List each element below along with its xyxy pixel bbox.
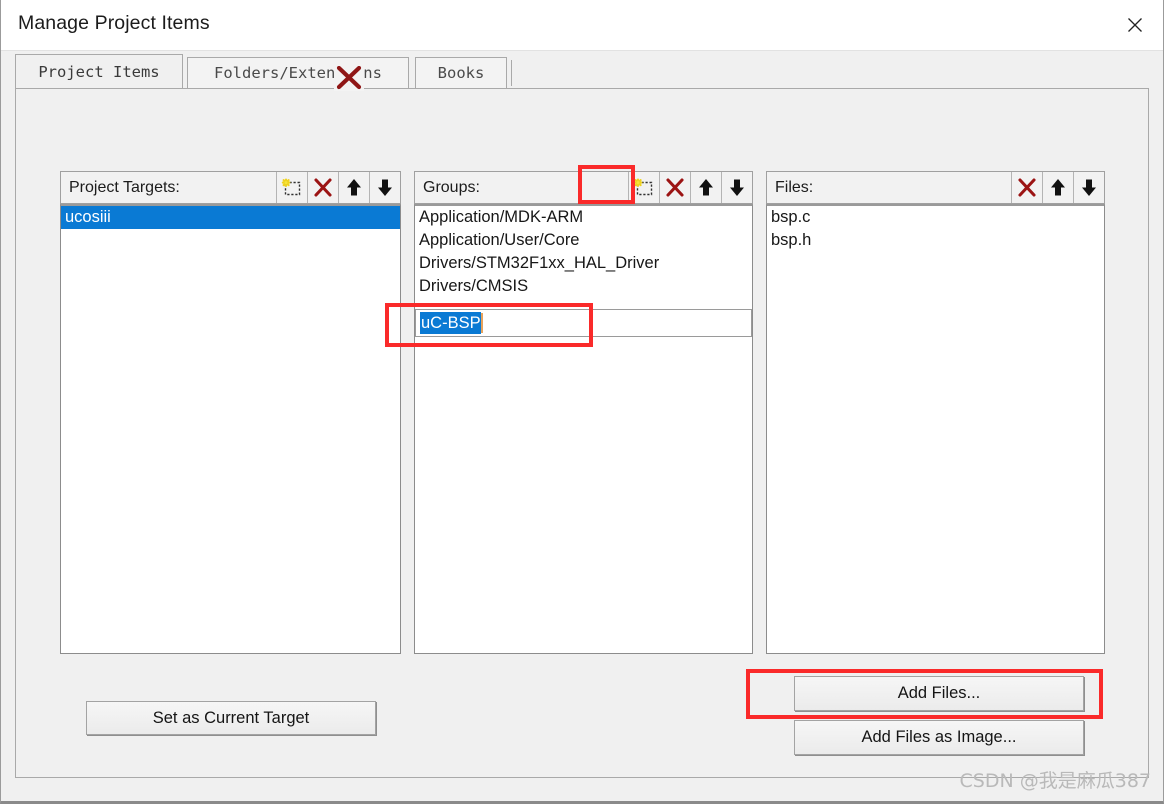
groups-delete-button[interactable] [659,172,690,203]
files-label: Files: [775,178,814,196]
files-header: Files: [766,171,1105,204]
project-targets-header: Project Targets: [60,171,401,204]
list-item[interactable]: bsp.c [767,206,1104,229]
project-targets-new-button[interactable] [276,172,307,203]
groups-new-button[interactable] [628,172,659,203]
files-move-down-button[interactable] [1073,172,1104,203]
files-move-up-button[interactable] [1042,172,1073,203]
groups-header: Groups: [414,171,753,204]
tab-strip-end-divider [511,60,512,86]
watermark: CSDN @我是麻瓜387 [959,770,1151,792]
manage-project-items-dialog: Manage Project Items Project Items Folde… [0,0,1164,804]
groups-move-down-button[interactable] [721,172,752,203]
red-x-icon [334,64,364,91]
project-targets-label: Project Targets: [69,178,180,196]
list-item[interactable]: bsp.h [767,229,1104,252]
list-item[interactable]: Drivers/CMSIS [415,275,752,298]
files-list[interactable]: bsp.c bsp.h [766,204,1105,654]
project-targets-delete-button[interactable] [307,172,338,203]
tab-label: Project Items [38,62,160,81]
close-icon[interactable] [1107,0,1163,49]
button-label: Add Files as Image... [861,728,1017,746]
window-title: Manage Project Items [18,12,210,34]
project-targets-move-up-button[interactable] [338,172,369,203]
add-files-button[interactable]: Add Files... [794,676,1084,711]
groups-list[interactable]: Application/MDK-ARM Application/User/Cor… [414,204,753,654]
text-caret [480,313,483,333]
tab-books[interactable]: Books [415,57,507,88]
list-item[interactable]: Application/User/Core [415,229,752,252]
groups-move-up-button[interactable] [690,172,721,203]
project-targets-list[interactable]: ucosiii [60,204,401,654]
group-name-edit-value: uC-BSP [420,312,481,334]
tab-project-items[interactable]: Project Items [15,54,183,88]
button-label: Set as Current Target [152,708,310,727]
group-name-edit-field[interactable]: uC-BSP [415,309,752,337]
files-delete-button[interactable] [1011,172,1042,203]
list-item[interactable]: Drivers/STM32F1xx_HAL_Driver [415,252,752,275]
tab-label: Books [437,64,485,82]
button-label: Add Files... [897,684,981,702]
tab-folders-extensions[interactable]: Folders/Extensions [187,57,409,88]
tab-panel-project-items: Project Targets: ucosiii Groups: Applica… [15,88,1149,778]
title-bar: Manage Project Items [1,0,1163,51]
add-files-as-image-button[interactable]: Add Files as Image... [794,720,1084,755]
groups-label: Groups: [423,178,480,196]
set-as-current-target-button[interactable]: Set as Current Target [86,701,376,735]
list-item[interactable]: Application/MDK-ARM [415,206,752,229]
tab-strip: Project Items Folders/Extensions Books [15,54,1149,90]
list-item[interactable]: ucosiii [61,206,400,229]
project-targets-move-down-button[interactable] [369,172,400,203]
